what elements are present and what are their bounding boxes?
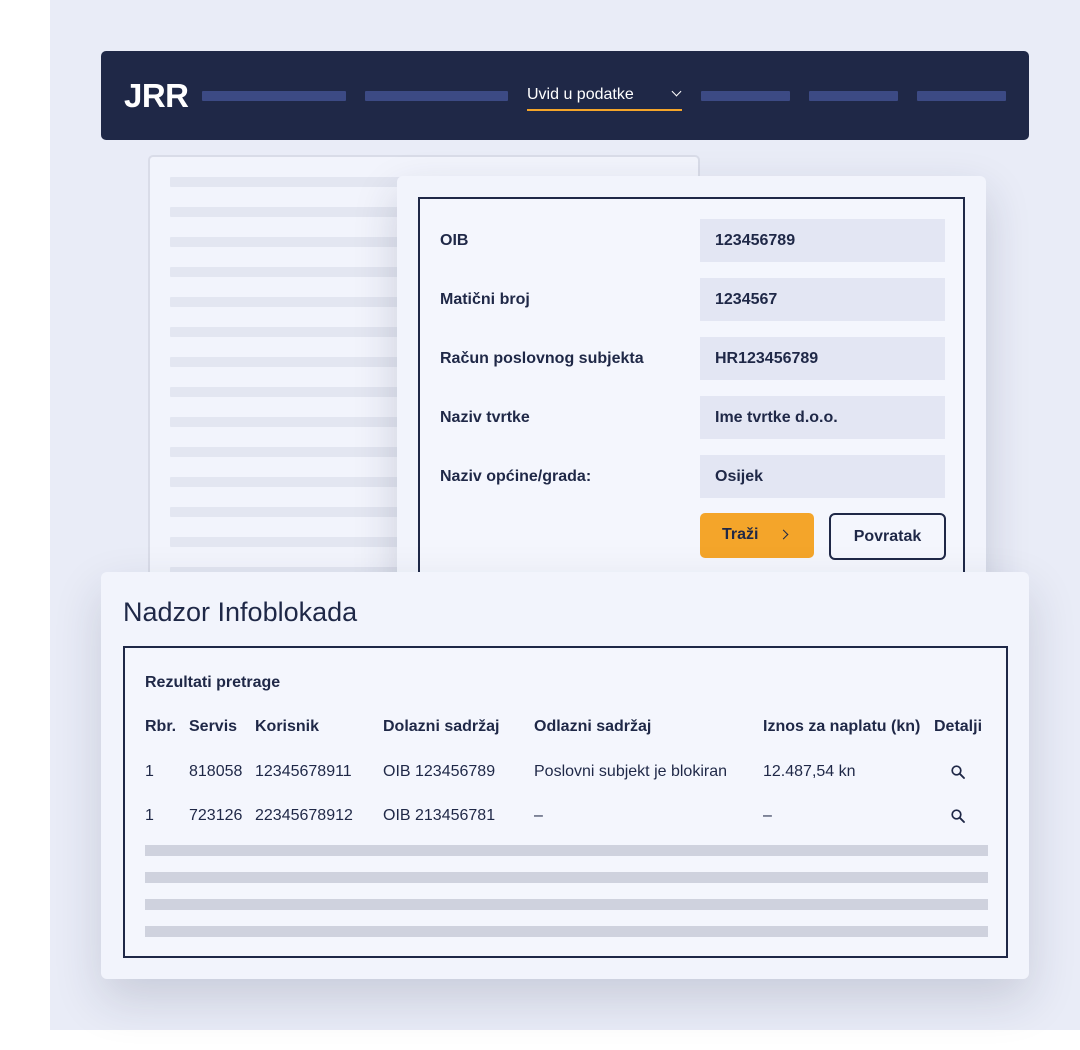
column-header-servis: Servis (189, 718, 238, 735)
cell-odlazni: Poslovni subjekt je blokiran (534, 763, 727, 780)
maticni-broj-label: Matični broj (440, 291, 530, 308)
cell-dolazni: OIB 213456781 (383, 807, 496, 824)
row-placeholder-line (145, 926, 988, 937)
row-placeholder-line (145, 845, 988, 856)
chevron-right-icon (778, 529, 789, 540)
form-row-oib: OIB (420, 219, 963, 263)
nav-item-placeholder-3[interactable] (701, 91, 790, 101)
column-header-detalji: Detalji (934, 718, 983, 735)
back-button-label: Povratak (853, 528, 922, 545)
nav-item-placeholder-5[interactable] (917, 91, 1006, 101)
row-placeholder-line (145, 872, 988, 883)
search-button-label: Traži (722, 526, 759, 543)
opcina-label: Naziv općine/grada: (440, 468, 592, 485)
cell-korisnik: 22345678912 (255, 807, 353, 824)
column-header-rbr: Rbr. (145, 718, 177, 735)
column-header-iznos: Iznos za naplatu (kn) (763, 718, 921, 735)
racun-label: Račun poslovnog subjekta (440, 350, 644, 367)
cell-iznos: 12.487,54 kn (763, 763, 856, 780)
form-row-maticni-broj: Matični broj (420, 278, 963, 322)
nav-item-label: Uvid u podatke (527, 86, 634, 103)
magnifier-icon[interactable] (950, 764, 966, 780)
cell-rbr: 1 (145, 763, 154, 780)
results-panel: Nadzor Infoblokada Rezultati pretrage Rb… (101, 572, 1029, 979)
form-row-opcina: Naziv općine/grada: (420, 455, 963, 499)
cell-dolazni: OIB 123456789 (383, 763, 496, 780)
cell-servis: 818058 (189, 763, 243, 780)
oib-label: OIB (440, 232, 469, 249)
cell-odlazni: – (534, 807, 543, 824)
back-button[interactable]: Povratak (829, 513, 946, 560)
search-form: OIB Matični broj Račun poslovnog subjekt… (418, 197, 965, 578)
chevron-down-icon (671, 86, 682, 97)
column-header-dolazni: Dolazni sadržaj (383, 718, 500, 735)
results-subtitle: Rezultati pretrage (145, 674, 281, 691)
column-header-odlazni: Odlazni sadržaj (534, 718, 652, 735)
page-title: Nadzor Infoblokada (123, 597, 358, 627)
maticni-broj-field[interactable] (700, 278, 945, 321)
cell-korisnik: 12345678911 (255, 763, 352, 780)
naziv-tvrtke-label: Naziv tvrtke (440, 409, 530, 426)
nav-item-uvid-u-podatke[interactable]: Uvid u podatke (527, 83, 682, 111)
magnifier-icon[interactable] (950, 808, 966, 824)
results-table: Rezultati pretrage Rbr. Servis Korisnik … (123, 646, 1008, 958)
nav-item-placeholder-4[interactable] (809, 91, 898, 101)
form-row-racun: Račun poslovnog subjekta (420, 337, 963, 381)
row-placeholder-line (145, 899, 988, 910)
oib-field[interactable] (700, 219, 945, 262)
column-header-korisnik: Korisnik (255, 718, 320, 735)
search-button[interactable]: Traži (700, 513, 814, 558)
opcina-field[interactable] (700, 455, 945, 498)
top-navbar: JRR Uvid u podatke (101, 51, 1029, 140)
cell-servis: 723126 (189, 807, 243, 824)
nav-item-placeholder-1[interactable] (202, 91, 346, 101)
naziv-tvrtke-field[interactable] (700, 396, 945, 439)
cell-rbr: 1 (145, 807, 154, 824)
logo: JRR (124, 77, 189, 114)
racun-field[interactable] (700, 337, 945, 380)
form-row-naziv-tvrtke: Naziv tvrtke (420, 396, 963, 440)
nav-item-placeholder-2[interactable] (365, 91, 508, 101)
cell-iznos: – (763, 807, 772, 824)
search-form-card: OIB Matični broj Račun poslovnog subjekt… (397, 176, 986, 600)
